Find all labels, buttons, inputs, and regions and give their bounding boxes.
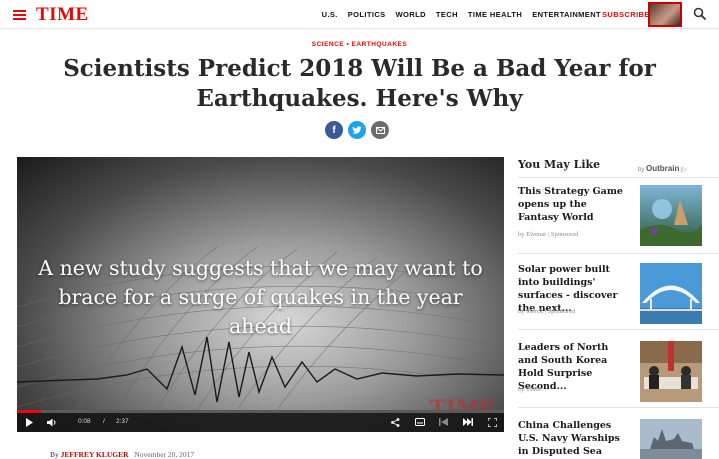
- article-headline: Scientists Predict 2018 Will Be a Bad Ye…: [63, 55, 656, 112]
- video-player[interactable]: A new study suggests that we may want to…: [17, 157, 504, 432]
- search-icon[interactable]: [693, 7, 707, 21]
- duration: 2:37: [116, 418, 129, 425]
- outbrain-attribution[interactable]: by Outbrain |▷: [638, 164, 687, 173]
- article-kicker[interactable]: SCIENCE • EARTHQUAKES: [0, 41, 719, 48]
- video-controls: 0:08 / 2:37: [17, 413, 504, 432]
- volume-icon[interactable]: [47, 418, 58, 427]
- publish-date: November 20, 2017: [134, 450, 195, 459]
- captions-icon[interactable]: [415, 418, 425, 426]
- by-label: by: [638, 167, 645, 173]
- top-nav-bar: TIME U.S. POLITICS WORLD TECH TIME HEALT…: [0, 0, 719, 29]
- card-thumbnail[interactable]: [640, 263, 702, 324]
- share-buttons: f: [325, 121, 389, 139]
- card-title[interactable]: This Strategy Game opens up the Fantasy …: [518, 185, 630, 224]
- outbrain-logo: Outbrain: [646, 164, 680, 173]
- twitter-share-button[interactable]: [348, 121, 366, 139]
- time-separator: /: [103, 418, 105, 425]
- email-share-button[interactable]: [371, 121, 389, 139]
- card-source: by Elvenar | Sponsored: [518, 231, 579, 238]
- article-byline: By JEFFREY KLUGER November 20, 2017: [50, 450, 194, 459]
- facebook-share-button[interactable]: f: [325, 121, 343, 139]
- section-nav: U.S. POLITICS WORLD TECH TIME HEALTH ENT…: [322, 10, 601, 19]
- play-icon[interactable]: [26, 418, 34, 427]
- next-icon[interactable]: [463, 418, 473, 426]
- card-thumbnail[interactable]: [640, 341, 702, 402]
- nav-link-time-health[interactable]: TIME HEALTH: [468, 10, 522, 19]
- card-thumbnail[interactable]: [640, 419, 702, 459]
- card-title[interactable]: China Challenges U.S. Navy Warships in D…: [518, 419, 630, 458]
- author-link[interactable]: JEFFREY KLUGER: [61, 450, 129, 459]
- hamburger-menu-icon[interactable]: [13, 10, 26, 20]
- envelope-icon: [375, 126, 385, 134]
- facebook-icon: f: [332, 124, 336, 136]
- time-logo[interactable]: TIME: [36, 4, 89, 26]
- magazine-cover-thumbnail[interactable]: [648, 2, 682, 27]
- byline-prefix: By: [50, 450, 59, 459]
- card-divider: [518, 407, 719, 408]
- nav-link-world[interactable]: WORLD: [396, 10, 426, 19]
- card-divider: [518, 253, 719, 254]
- video-caption: A new study suggests that we may want to…: [38, 256, 483, 338]
- nav-link-entertainment[interactable]: ENTERTAINMENT: [532, 10, 601, 19]
- fullscreen-icon[interactable]: [488, 418, 497, 427]
- nav-link-tech[interactable]: TECH: [436, 10, 458, 19]
- sidebar-title: You May Like: [518, 158, 601, 171]
- nav-link-politics[interactable]: POLITICS: [348, 10, 386, 19]
- previous-icon[interactable]: [439, 418, 448, 426]
- nav-link-us[interactable]: U.S.: [322, 10, 338, 19]
- current-time: 0:08: [78, 418, 91, 425]
- card-thumbnail[interactable]: [640, 185, 702, 246]
- card-divider: [518, 329, 719, 330]
- card-source: by Merck | Sponsored: [518, 308, 576, 315]
- subscribe-link[interactable]: SUBSCRIBE: [602, 10, 650, 19]
- share-icon[interactable]: [391, 418, 400, 427]
- card-source: by TIME: [518, 386, 542, 393]
- twitter-icon: [352, 125, 362, 134]
- sidebar-divider: [518, 177, 719, 178]
